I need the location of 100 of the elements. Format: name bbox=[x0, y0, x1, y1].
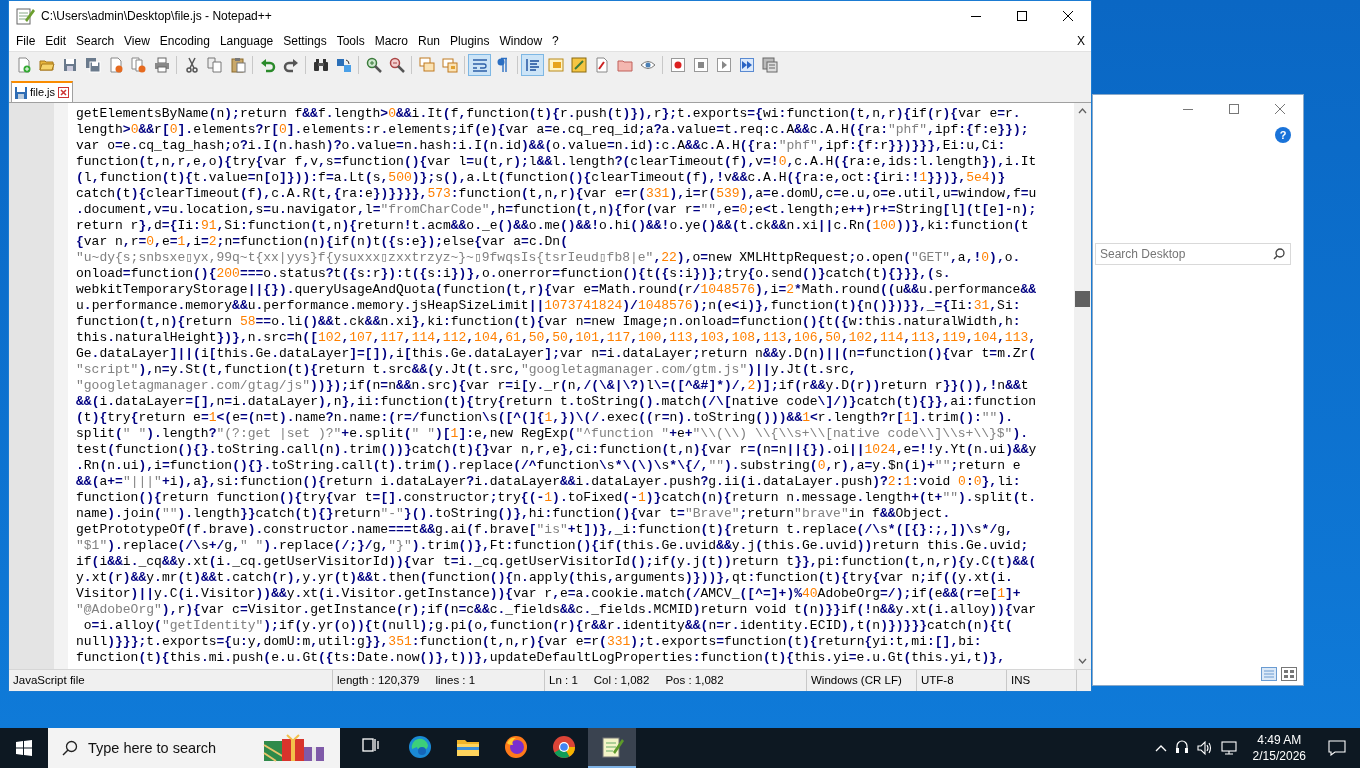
copy-icon bbox=[206, 56, 223, 73]
macro-list-icon bbox=[761, 56, 778, 73]
chevron-up-icon[interactable] bbox=[1154, 744, 1167, 752]
notepad-icon bbox=[600, 735, 624, 759]
tab-label: file.js bbox=[30, 85, 56, 101]
menu-item[interactable]: Run bbox=[413, 31, 446, 51]
code-line: if(i&&i._cq&&y.xt(i._cq.getUserVisitorId)){var t=i._cq.getUserVisitorId();if(y.j(t))return t}},pi:function(t,n,r){y.C(t)&&( bbox=[76, 554, 1038, 570]
code-line: "script"),n=y.St(t,function(t){return t.src&&(y.Jt(t.src,"googletagmanager.com/gtm.js")||y.Jt(t.src, bbox=[76, 362, 858, 378]
code-line: name).join("").length}}catch(t){}return"-"}().toString()},hi:function(){var t="Brave";return"brave"in f&&Object. bbox=[76, 506, 952, 522]
scroll-thumb[interactable] bbox=[1075, 291, 1090, 307]
code-line: catch(t){clearTimeout(f),c.A.R(t,{ra:e})}}}},573:function(t,n,r){var e=r(331),i=r(539),a=e.domU,c=e.u,o=e.util,u=window,f=u bbox=[76, 186, 1038, 202]
menu-item[interactable]: Encoding bbox=[154, 31, 215, 51]
windows-icon bbox=[418, 56, 435, 73]
code-line: "$1").replace(/\s+/g," ").replace(/;}/g,"}").trim()},Ft:function(){if(this.Ge.uvid&&y.j(this.Ge.uvid))return this.Ge.uvid; bbox=[76, 538, 1030, 554]
printer-icon bbox=[153, 56, 170, 73]
status-text: Windows (CR LF) bbox=[811, 672, 902, 688]
replace-icon bbox=[335, 56, 352, 73]
speaker-icon[interactable] bbox=[1196, 740, 1213, 756]
menu-item[interactable]: Tools bbox=[331, 31, 370, 51]
menu-item[interactable]: Edit bbox=[40, 31, 72, 51]
code-line: {var n,r=0,e=1,i=2;n=function(n){if(n)t({s:e});else{var a=c.Dn( bbox=[76, 234, 569, 250]
clock-date[interactable]: 2/15/2026 bbox=[1252, 748, 1306, 764]
code-line: return r},d={Ii:91,Si:function(t,n){return!t.acm&&o._e()&&o.me()&&!o.hi()&&!o.ye()&&(t.ck&&n.xi||c.Rn(100))},ki:function(t bbox=[76, 218, 1030, 234]
code-line: null)}}};t.exports={u:y,domU:m,util:g}},351:function(t,n,r){var e=r(331);t.exports=function(t){return{yi:t,mi:[],bi: bbox=[76, 634, 983, 650]
code-line: Ge.dataLayer]||(i[this.Ge.dataLayer]=[]),i[this.Ge.dataLayer];var n=i.dataLayer;return n&&y.D(n)||(n=function(){var t=m.Zr( bbox=[76, 346, 1038, 362]
zoom-in-icon bbox=[365, 56, 382, 73]
close-document-button[interactable]: X bbox=[1072, 31, 1091, 51]
close-files-icon bbox=[130, 56, 147, 73]
menu-item[interactable]: Window bbox=[494, 31, 548, 51]
chrome-icon bbox=[552, 735, 576, 759]
code-line: &&(a+="|||"+i),a},si:function(){return i.dataLayer?i.dataLayer&&i.dataLayer.push?g.ii(i.dataLayer.push)?2:1:void 0:0},li: bbox=[76, 474, 1022, 490]
large-icons-view-icon[interactable] bbox=[1281, 667, 1297, 681]
details-view-icon[interactable] bbox=[1261, 667, 1277, 681]
notepad-icon bbox=[15, 6, 35, 26]
edge-icon bbox=[408, 735, 432, 759]
word-wrap-icon bbox=[471, 56, 488, 73]
function-list-icon bbox=[593, 56, 610, 73]
menu-item[interactable]: Settings bbox=[278, 31, 332, 51]
code-line: "u~dy{s;snbsxe▯yx,99q~t{xx|yys}f{ysuxxx▯zxxtrzyz~}~▯9fwqsIs{tsrIeud▯fb8|e",22),o=new XMLHttpRequest;o.open("GET",a,!0),o. bbox=[76, 250, 1022, 266]
status-text: JavaScript file bbox=[13, 672, 85, 688]
menu-item[interactable]: ? bbox=[547, 31, 564, 51]
search-icon bbox=[1273, 248, 1285, 260]
floppy-disks-icon bbox=[84, 56, 101, 73]
status-text: lines : 1 bbox=[435, 672, 476, 688]
windows-logo-icon[interactable] bbox=[16, 740, 32, 756]
menu-item[interactable]: Language bbox=[214, 31, 279, 51]
code-line: &&(i.dataLayer=[],n=i.dataLayer),n},ii:function(t){try{return t.toString().match(/\[native code\]/)}catch(t){}},ai:function bbox=[76, 394, 1038, 410]
menu-item[interactable]: Macro bbox=[369, 31, 413, 51]
code-line: var o=e.cq_tag_hash;o?i.I(n.hash)?o.value=n.hash:i.I(n.id)&&(o.value=n.id):c.A&&c.A.H({ra:"phf",ipf:{f:r}})}}},Ei:u,Ci: bbox=[76, 138, 1007, 154]
taskbar-search-field[interactable]: Type here to search bbox=[48, 728, 340, 768]
document-map-icon bbox=[570, 56, 587, 73]
play-icon bbox=[715, 56, 732, 73]
maximize-icon[interactable] bbox=[1017, 11, 1027, 21]
panel-icon bbox=[547, 56, 564, 73]
file-tab[interactable]: file.js bbox=[11, 81, 74, 102]
status-text: INS bbox=[1011, 672, 1031, 688]
close-icon[interactable] bbox=[1063, 11, 1073, 21]
menu-item[interactable]: Plugins bbox=[445, 31, 495, 51]
redo-icon bbox=[282, 56, 299, 73]
code-line: length>0&&r[0].elements?r[0].elements:r.elements;if(e){var a=e.cq_req_id;a?a.value=t.req:c.A&&c.A.H({ra:"phf",ipf:{f:e}}); bbox=[76, 122, 1030, 138]
code-line: .Rn(n.ui),i=function(){}.toString.call(t).trim().replace(/^function\s*\(\)\s*\{/,"").substring(0,r),a=y.$n(i)+"";return e bbox=[76, 458, 1022, 474]
code-line: y.xt(r)&&y.mr(t)&&t.catch(r),y.yr(t)&&t.then(function(){n.apply(this,arguments)}))},qt:function(t){try{var n;if((y.xt(i. bbox=[76, 570, 1014, 586]
code-line: getPrototypeOf(f.brave).constructor.name===t&&g.ai(f.brave["is"+t])},_i:function(t){return t.replace(/\s*([{}:;,])\s*/g, bbox=[76, 522, 1014, 538]
clipboard-icon bbox=[229, 56, 246, 73]
help-icon[interactable]: ? bbox=[1275, 127, 1291, 143]
code-line: test(function(){}.toString.call(n).trim())}catch(t){}var n,r,e},ci:function(t,n){var r=(n=n||{}).oi||1024,e=!!y.Yt(n.ui)&&y bbox=[76, 442, 1038, 458]
stop-icon bbox=[692, 56, 709, 73]
code-line: o=i.alloy("getIdentity");if(y.yr(o)){t(null);g.pi(o,function(r){r&&r.identity&&(n=r.identity.ECID),t(n)})}}}catch(n){t( bbox=[82, 618, 1014, 634]
indent-guide-button[interactable] bbox=[521, 53, 544, 76]
code-line: u.performance.memory&&u.performance.memory.jsHeapSizeLimit||1073741824)/1048576);n(e<i)},function(t){n()})}},_={Ii:31,Si: bbox=[76, 298, 1022, 314]
menu-item[interactable]: File bbox=[11, 31, 41, 51]
code-line: split(" ").length?"(?:get |set )?"+e.split(" ")[1]:e,new RegExp("^function "+e+"\\(\\) \\{\\s+\\[native code\\]\\s+\\}$"). bbox=[76, 426, 1030, 442]
new-file-icon bbox=[15, 56, 32, 73]
record-icon bbox=[669, 56, 686, 73]
code-line: this.naturalHeight})},n.src=h([102,107,117,114,112,104,61,50,50,101,117,100,113,103,108,113,106,50,102,114,113,119,104,113, bbox=[76, 330, 1038, 346]
code-line: function(t){this.mi.push(e.u.Gt({ts:Date.now()},t))},updateDefaultLogProperties:function(t){this.yi=e.u.Gt(this.yi,t)}, bbox=[76, 650, 1006, 666]
clock-time[interactable]: 4:49 AM bbox=[1257, 732, 1302, 748]
scrollbar[interactable] bbox=[1074, 103, 1091, 669]
search-icon bbox=[62, 740, 78, 756]
monitor-icon[interactable] bbox=[1220, 740, 1237, 756]
headset-icon[interactable] bbox=[1174, 740, 1189, 756]
menu-item[interactable]: View bbox=[119, 31, 155, 51]
indent-guide-icon bbox=[524, 56, 541, 73]
code-line: Visitor)||y.C(i.Visitor))&&y.xt(i.Visitor.getInstance)){var r,e=a.cookie.match(/AMCV_([^=]+)%40AdobeOrg=/);if(e&&(r=e[1]+ bbox=[76, 586, 1022, 602]
status-text: UTF-8 bbox=[921, 672, 954, 688]
windows-icon bbox=[441, 56, 458, 73]
search-field[interactable]: Search Desktop bbox=[1095, 243, 1291, 265]
menu-item[interactable]: Search bbox=[71, 31, 120, 51]
word-wrap-button[interactable] bbox=[468, 53, 491, 76]
scissors-icon bbox=[183, 56, 200, 73]
code-line: (l,function(t){t.value=n[o]})):f=a.Lt(s,500)};s(),a.Lt(function(){clearTimeout(f),!v&&c.A.H({ra:e,oct:{iri:!1}})},5e4)} bbox=[76, 170, 1007, 186]
code-line: "googletagmanager.com/gtag/js"))});if(n=n&&n.src){var r=i[y._r(n,/(\&|\?)l\=([^&#]*)/,2)];if(r&&y.D(r))return r}}()),!n&&t bbox=[76, 378, 1030, 394]
taskbar-app-button[interactable] bbox=[588, 728, 636, 768]
notification-icon[interactable] bbox=[1328, 740, 1346, 756]
fast-forward-icon bbox=[738, 56, 755, 73]
code-line: .document,v=u.location,s=u.navigator,l="fromCharCode",h=function(t,n){for(var r="",e=0;e<t.length;e++)r+=String[l](t[e]-n); bbox=[76, 202, 1038, 218]
status-text: length : 120,379 bbox=[337, 672, 420, 688]
code-line: function(t,n){return 58==o.li()&&t.ck&&n.xi},ki:function(t){var n=new Image;n.onload=function(){t({w:this.naturalWidth,h: bbox=[76, 314, 1022, 330]
code-line: webkitTemporaryStorage||{}).queryUsageAndQuota(function(t,r){var e=Math.round(r/1048576),i=2*Math.round((u&&u.performance&& bbox=[76, 282, 1038, 298]
code-line: getElementsByName(n);return f&&f.length>0&&i.It(f,function(t){r.push(t)}),r};t.exports={wi:function(t,n,r){if(r){var e=r. bbox=[76, 106, 1022, 122]
